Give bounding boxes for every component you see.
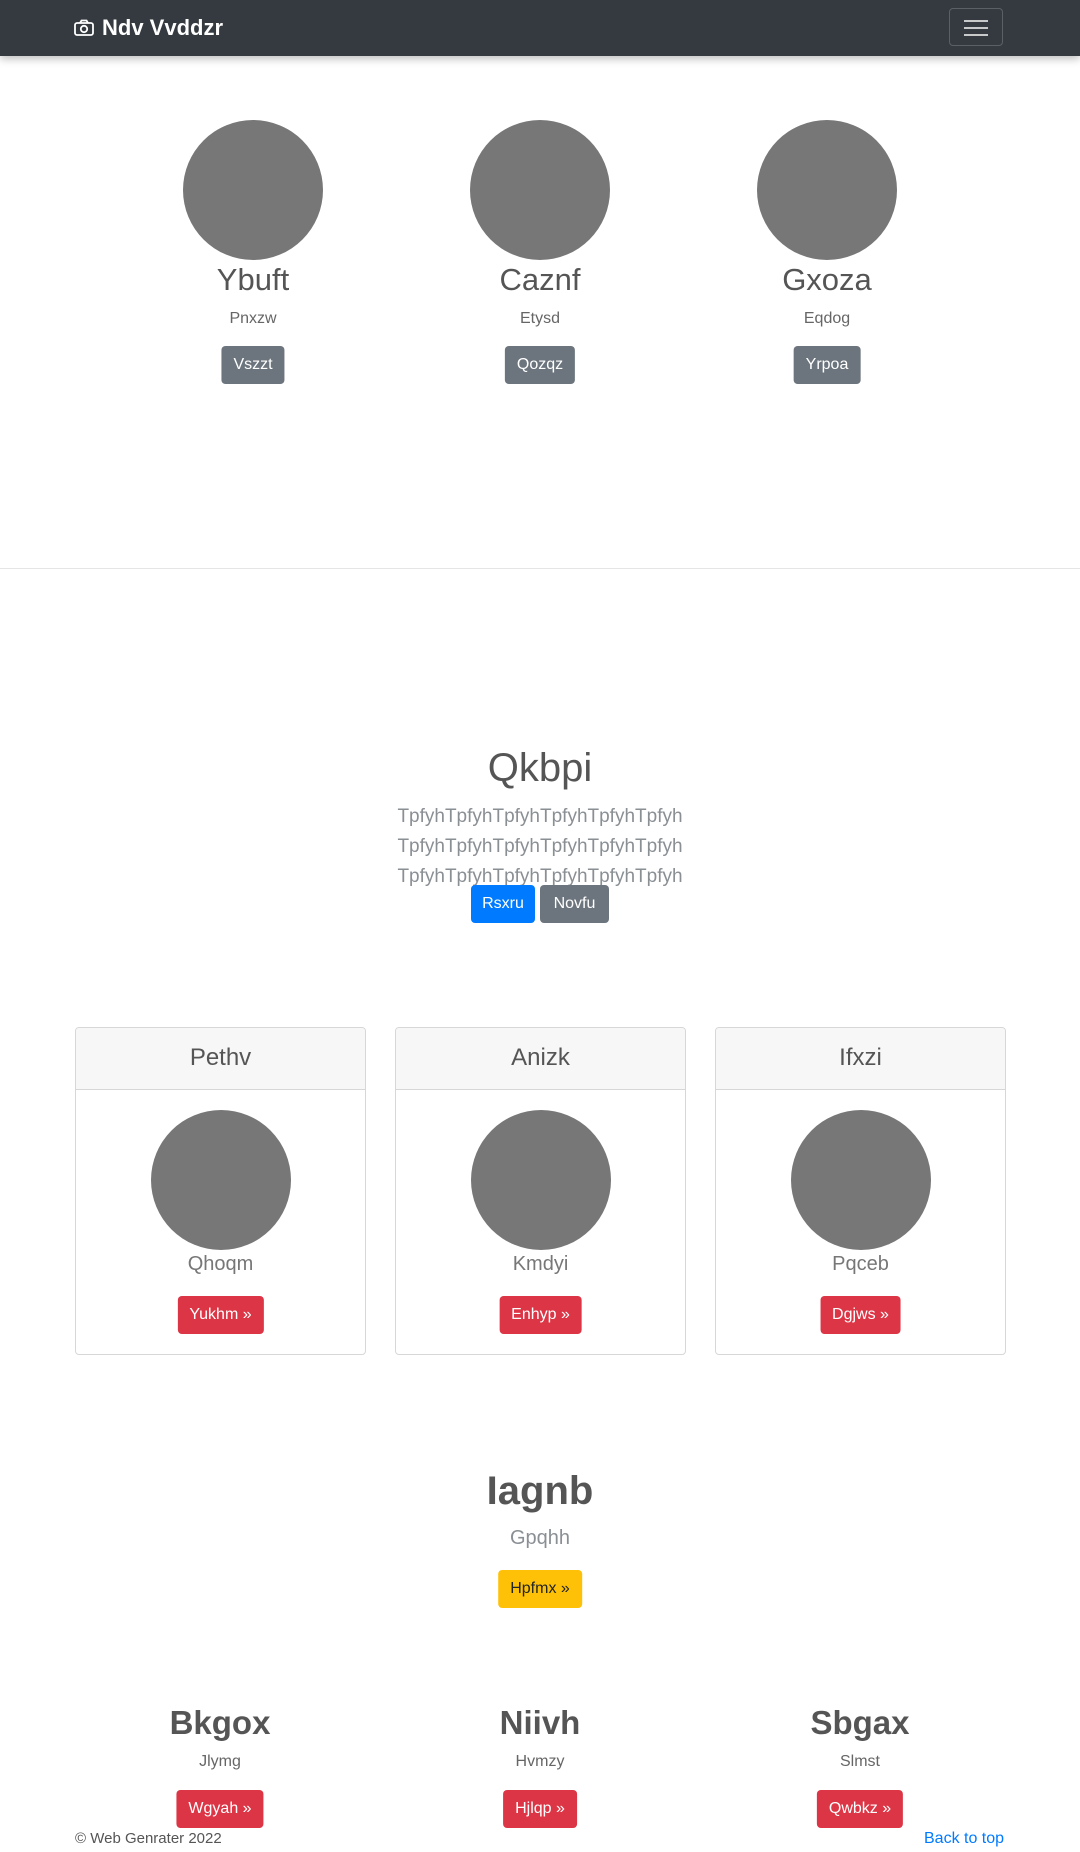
member-role: Etysd xyxy=(519,310,561,327)
member-button[interactable]: Qozqz xyxy=(504,346,576,384)
member-role: Pnxzw xyxy=(229,310,277,327)
primary-button[interactable]: Rsxru xyxy=(471,885,535,923)
column-subtitle: Hvmzy xyxy=(515,1753,565,1770)
navbar-toggler-button[interactable] xyxy=(949,8,1003,46)
column-subtitle: Slmst xyxy=(840,1753,880,1770)
brand-link[interactable]: Ndv Vvddzr xyxy=(74,14,223,42)
card-button[interactable]: Enhyp » xyxy=(499,1296,582,1334)
card: Ifxzi Pqceb Dgjws » xyxy=(715,1027,1006,1355)
column-title: Niivh xyxy=(499,1704,581,1741)
feature-subtitle: Gpqhh xyxy=(509,1527,571,1549)
card-header: Pethv xyxy=(76,1028,365,1090)
hamburger-line xyxy=(964,34,988,36)
feature-title: Iagnb xyxy=(486,1469,594,1513)
avatar xyxy=(470,120,610,260)
card-caption: Pqceb xyxy=(832,1253,889,1275)
hero-text: TpfyhTpfyhTpfyhTpfyhTpfyhTpfyh TpfyhTpfy… xyxy=(397,806,683,887)
column-title: Sbgax xyxy=(810,1704,910,1741)
card: Anizk Kmdyi Enhyp » xyxy=(395,1027,686,1355)
card-caption: Qhoqm xyxy=(187,1253,254,1275)
card-image xyxy=(151,1110,291,1250)
column-title: Bkgox xyxy=(169,1704,271,1741)
column-subtitle: Jlymg xyxy=(199,1753,241,1770)
brand-name: Ndv Vvddzr xyxy=(102,15,224,40)
hamburger-line xyxy=(964,27,988,29)
card: Pethv Qhoqm Yukhm » xyxy=(75,1027,366,1355)
card-caption: Kmdyi xyxy=(512,1253,569,1275)
column-button[interactable]: Hjlqp » xyxy=(503,1790,577,1828)
card-header: Anizk xyxy=(396,1028,685,1090)
column-button[interactable]: Qwbkz » xyxy=(816,1790,904,1828)
card-button[interactable]: Yukhm » xyxy=(177,1296,264,1334)
feature-button[interactable]: Hpfmx » xyxy=(498,1570,582,1608)
member-button[interactable]: Yrpoa xyxy=(793,346,861,384)
card-header: Ifxzi xyxy=(716,1028,1005,1090)
navbar: Ndv Vvddzr xyxy=(0,0,1080,56)
hamburger-menu-icon xyxy=(964,20,988,22)
column-button[interactable]: Wgyah » xyxy=(176,1790,264,1828)
member-button[interactable]: Vszzt xyxy=(221,346,285,384)
card-button[interactable]: Dgjws » xyxy=(820,1296,901,1334)
member-role: Eqdog xyxy=(803,310,851,327)
hero-title: Qkbpi xyxy=(487,746,593,790)
secondary-button[interactable]: Novfu xyxy=(540,885,609,923)
card-image xyxy=(471,1110,611,1250)
camera-icon xyxy=(74,19,94,37)
member-name: Caznf xyxy=(499,262,581,297)
avatar xyxy=(757,120,897,260)
back-to-top-link[interactable]: Back to top xyxy=(924,1830,1004,1848)
member-name: Gxoza xyxy=(782,262,872,297)
avatar xyxy=(183,120,323,260)
section-divider xyxy=(0,568,1080,569)
footer-copyright: © Web Genrater 2022 xyxy=(75,1830,222,1847)
card-image xyxy=(791,1110,931,1250)
member-name: Ybuft xyxy=(216,262,290,297)
